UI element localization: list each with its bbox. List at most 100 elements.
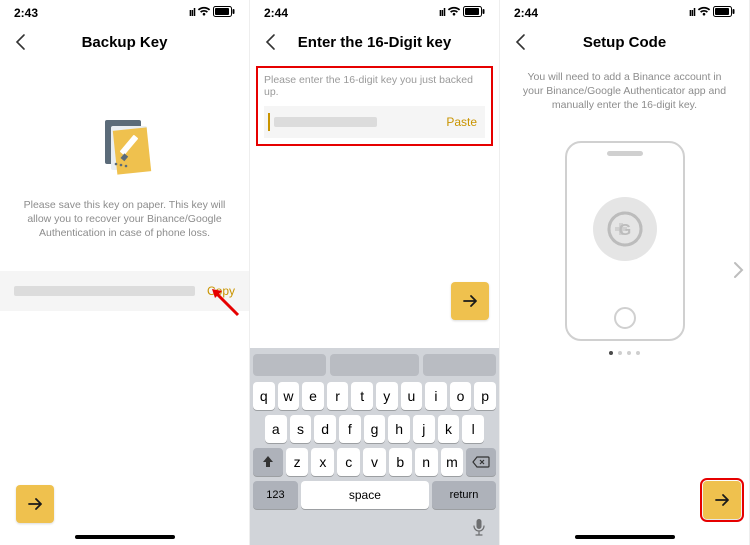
next-button[interactable]	[703, 481, 741, 519]
page-indicator	[500, 351, 749, 355]
arrow-right-icon	[461, 292, 479, 310]
input-hint: Please enter the 16-digit key you just b…	[264, 74, 485, 98]
key-j[interactable]: j	[413, 415, 435, 443]
screen-enter-key: 2:44 ııl Enter the 16-Digit key Please e…	[250, 0, 500, 545]
key-space[interactable]: space	[301, 481, 429, 509]
battery-icon	[713, 6, 735, 20]
backspace-icon	[472, 455, 490, 469]
key-row-1: q w e r t y u i o p	[253, 382, 496, 410]
status-time: 2:44	[264, 6, 288, 20]
status-time: 2:44	[514, 6, 538, 20]
key-y[interactable]: y	[376, 382, 398, 410]
key-shift[interactable]	[253, 448, 283, 476]
key-illustration	[0, 112, 249, 176]
key-x[interactable]: x	[311, 448, 334, 476]
keyboard-bottom	[253, 514, 496, 541]
dot	[636, 351, 640, 355]
key-g[interactable]: g	[364, 415, 386, 443]
instruction-text: Please save this key on paper. This key …	[0, 198, 249, 241]
key-n[interactable]: n	[415, 448, 438, 476]
signal-icon: ııl	[189, 7, 195, 19]
text-cursor	[268, 113, 270, 131]
key-w[interactable]: w	[278, 382, 300, 410]
dot-active	[609, 351, 613, 355]
next-button[interactable]	[451, 282, 489, 320]
nav-bar: Backup Key	[0, 22, 249, 62]
status-time: 2:43	[14, 6, 38, 20]
annotation-arrow-icon	[208, 285, 242, 319]
key-value-placeholder	[14, 286, 195, 296]
arrow-right-icon	[713, 491, 731, 509]
wifi-icon	[197, 6, 211, 20]
key-row-2: a s d f g h j k l	[253, 415, 496, 443]
shift-icon	[261, 455, 275, 469]
dot	[618, 351, 622, 355]
status-icons: ııl	[689, 6, 735, 20]
paste-button[interactable]: Paste	[446, 115, 477, 129]
key-numbers[interactable]: 123	[253, 481, 298, 509]
back-button[interactable]	[262, 32, 282, 52]
key-l[interactable]: l	[462, 415, 484, 443]
status-icons: ııl	[439, 6, 485, 20]
instruction-text: You will need to add a Binance account i…	[500, 70, 749, 113]
battery-icon	[213, 6, 235, 20]
input-placeholder	[274, 117, 446, 127]
suggestion[interactable]	[423, 354, 496, 376]
status-bar: 2:44 ııl	[250, 0, 499, 22]
wifi-icon	[447, 6, 461, 20]
key-input[interactable]: Paste	[264, 106, 485, 138]
phone-speaker	[607, 151, 643, 156]
page-title: Backup Key	[82, 34, 168, 51]
screen-setup-code: 2:44 ııl Setup Code You will need to add…	[500, 0, 750, 545]
key-c[interactable]: c	[337, 448, 360, 476]
status-bar: 2:43 ııl	[0, 0, 249, 22]
key-h[interactable]: h	[388, 415, 410, 443]
screen-backup-key: 2:43 ııl Backup Key Please save this key…	[0, 0, 250, 545]
key-z[interactable]: z	[286, 448, 309, 476]
key-i[interactable]: i	[425, 382, 447, 410]
next-button[interactable]	[16, 485, 54, 523]
suggestion[interactable]	[330, 354, 418, 376]
key-a[interactable]: a	[265, 415, 287, 443]
key-backspace[interactable]	[466, 448, 496, 476]
key-u[interactable]: u	[401, 382, 423, 410]
key-q[interactable]: q	[253, 382, 275, 410]
key-d[interactable]: d	[314, 415, 336, 443]
home-indicator	[575, 535, 675, 539]
key-return[interactable]: return	[432, 481, 496, 509]
mic-icon[interactable]	[472, 518, 486, 541]
home-indicator	[75, 535, 175, 539]
input-area-highlight: Please enter the 16-digit key you just b…	[256, 66, 493, 146]
carousel-next[interactable]	[731, 260, 745, 285]
key-e[interactable]: e	[302, 382, 324, 410]
key-r[interactable]: r	[327, 382, 349, 410]
keyboard: q w e r t y u i o p a s d f g h j k l z	[250, 348, 499, 545]
arrow-right-icon	[26, 495, 44, 513]
key-m[interactable]: m	[441, 448, 464, 476]
key-t[interactable]: t	[351, 382, 373, 410]
key-f[interactable]: f	[339, 415, 361, 443]
key-b[interactable]: b	[389, 448, 412, 476]
key-row-4: 123 space return	[253, 481, 496, 509]
battery-icon	[463, 6, 485, 20]
nav-bar: Setup Code	[500, 22, 749, 62]
back-button[interactable]	[12, 32, 32, 52]
key-k[interactable]: k	[438, 415, 460, 443]
phone-home-button	[614, 307, 636, 329]
suggestion[interactable]	[253, 354, 326, 376]
authenticator-icon: G	[593, 197, 657, 261]
status-icons: ııl	[189, 6, 235, 20]
back-button[interactable]	[512, 32, 532, 52]
chevron-right-icon	[731, 260, 745, 280]
svg-text:G: G	[618, 222, 630, 239]
phone-illustration: G	[565, 141, 685, 341]
key-o[interactable]: o	[450, 382, 472, 410]
key-v[interactable]: v	[363, 448, 386, 476]
signal-icon: ııl	[689, 7, 695, 19]
signal-icon: ııl	[439, 7, 445, 19]
dot	[627, 351, 631, 355]
page-title: Setup Code	[583, 34, 666, 51]
key-s[interactable]: s	[290, 415, 312, 443]
key-p[interactable]: p	[474, 382, 496, 410]
nav-bar: Enter the 16-Digit key	[250, 22, 499, 62]
